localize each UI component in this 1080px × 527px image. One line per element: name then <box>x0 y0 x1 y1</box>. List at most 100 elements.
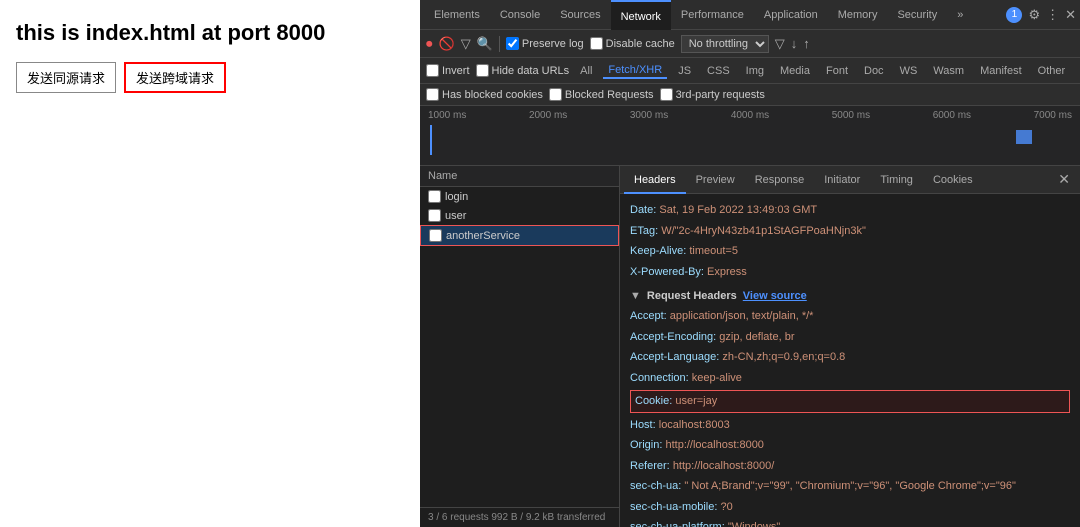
filter-icon[interactable]: ▽ <box>461 36 471 52</box>
hide-data-urls-text: Hide data URLs <box>492 65 570 77</box>
button-row: 发送同源请求 发送跨域请求 <box>16 62 404 93</box>
detail-tab-preview[interactable]: Preview <box>686 166 745 194</box>
request-item-anotherservice-checkbox[interactable] <box>429 229 442 242</box>
third-party-text: 3rd-party requests <box>676 89 765 101</box>
detail-content: Date: Sat, 19 Feb 2022 13:49:03 GMT ETag… <box>620 194 1080 527</box>
rh-date-val: Sat, 19 Feb 2022 13:49:03 GMT <box>659 204 817 216</box>
filter-type-img[interactable]: Img <box>741 64 769 78</box>
settings-icon[interactable]: ⚙ <box>1028 7 1040 23</box>
filter-type-js[interactable]: JS <box>673 64 696 78</box>
tab-console[interactable]: Console <box>490 0 550 30</box>
request-item-user-checkbox[interactable] <box>428 209 441 222</box>
rh-sec-ch-ua: sec-ch-ua: " Not A;Brand";v="99", "Chrom… <box>630 476 1070 497</box>
filter-type-fetchxhr[interactable]: Fetch/XHR <box>603 63 667 79</box>
rh-accept-val: application/json, text/plain, */* <box>670 310 814 322</box>
view-source-link[interactable]: View source <box>743 290 807 302</box>
timeline-label-7: 7000 ms <box>1034 110 1072 121</box>
request-item-login[interactable]: login <box>420 187 619 206</box>
timeline-label-6: 6000 ms <box>933 110 971 121</box>
clear-icon[interactable]: 🚫 <box>439 36 455 52</box>
request-item-anotherservice[interactable]: anotherService <box>420 225 619 246</box>
rh-xpowered-key: X-Powered-By: <box>630 266 704 278</box>
tab-elements[interactable]: Elements <box>424 0 490 30</box>
blocked-requests-checkbox[interactable] <box>549 88 562 101</box>
detail-tab-initiator[interactable]: Initiator <box>814 166 870 194</box>
filter-type-all[interactable]: All <box>575 64 597 78</box>
filter-type-ws[interactable]: WS <box>895 64 923 78</box>
hide-data-urls-checkbox[interactable] <box>476 64 489 77</box>
filter-type-manifest[interactable]: Manifest <box>975 64 1027 78</box>
same-origin-button[interactable]: 发送同源请求 <box>16 62 116 93</box>
request-item-login-checkbox[interactable] <box>428 190 441 203</box>
detail-tab-cookies[interactable]: Cookies <box>923 166 983 194</box>
filter-type-css[interactable]: CSS <box>702 64 735 78</box>
tab-application[interactable]: Application <box>754 0 828 30</box>
rh-accept-key: Accept: <box>630 310 667 322</box>
tab-sources[interactable]: Sources <box>550 0 610 30</box>
timeline-label-3: 3000 ms <box>630 110 668 121</box>
filter-type-wasm[interactable]: Wasm <box>928 64 969 78</box>
hide-data-urls-label[interactable]: Hide data URLs <box>476 64 570 77</box>
timeline-label-2: 2000 ms <box>529 110 567 121</box>
devtools-icons: 1 ⚙ ⋮ ✕ <box>1006 7 1076 23</box>
third-party-checkbox[interactable] <box>660 88 673 101</box>
tab-network[interactable]: Network <box>611 0 671 30</box>
disable-cache-label[interactable]: Disable cache <box>590 37 675 50</box>
tab-security[interactable]: Security <box>887 0 947 30</box>
request-item-user[interactable]: user <box>420 206 619 225</box>
devtools-tab-bar: Elements Console Sources Network Perform… <box>420 0 1080 30</box>
timeline-blue-line <box>430 125 432 155</box>
import-icon[interactable]: ↑ <box>803 36 810 51</box>
preserve-log-label[interactable]: Preserve log <box>506 37 584 50</box>
filter-type-media[interactable]: Media <box>775 64 815 78</box>
record-icon[interactable]: ⏺ <box>426 36 433 52</box>
tab-more[interactable]: » <box>947 0 973 30</box>
tab-memory[interactable]: Memory <box>828 0 888 30</box>
filter-bar-2: Has blocked cookies Blocked Requests 3rd… <box>420 84 1080 106</box>
detail-tab-headers[interactable]: Headers <box>624 166 686 194</box>
rh-sec-ch-ua-key: sec-ch-ua: <box>630 480 681 492</box>
detail-close-button[interactable]: ✕ <box>1052 171 1076 188</box>
detail-tab-response[interactable]: Response <box>745 166 815 194</box>
triangle-icon: ▼ <box>630 290 641 302</box>
detail-tab-timing[interactable]: Timing <box>870 166 923 194</box>
tab-performance[interactable]: Performance <box>671 0 754 30</box>
blocked-requests-label[interactable]: Blocked Requests <box>549 88 654 101</box>
request-item-anotherservice-name: anotherService <box>446 230 520 242</box>
timeline-indicator <box>1016 130 1032 144</box>
rh-keepalive-val: timeout=5 <box>689 245 738 257</box>
disable-cache-checkbox[interactable] <box>590 37 603 50</box>
rh-sec-ch-ua-mobile-val: ?0 <box>720 501 732 513</box>
cross-origin-button[interactable]: 发送跨域请求 <box>124 62 226 93</box>
rh-connection: Connection: keep-alive <box>630 368 1070 389</box>
search-icon[interactable]: 🔍 <box>477 36 493 52</box>
download-icon[interactable]: ↓ <box>791 36 798 51</box>
rh-accept-language-val: zh-CN,zh;q=0.9,en;q=0.8 <box>722 351 845 363</box>
rh-cookie: Cookie: user=jay <box>630 390 1070 413</box>
filter-type-font[interactable]: Font <box>821 64 853 78</box>
rh-host-key: Host: <box>630 419 656 431</box>
filter-type-other[interactable]: Other <box>1033 64 1071 78</box>
timeline-label-1: 1000 ms <box>428 110 466 121</box>
rh-origin-key: Origin: <box>630 439 662 451</box>
throttle-select[interactable]: No throttling <box>681 35 769 53</box>
more-icon[interactable]: ⋮ <box>1046 7 1059 23</box>
request-item-login-name: login <box>445 191 468 203</box>
badge-icon: 1 <box>1006 7 1022 23</box>
invert-checkbox[interactable] <box>426 64 439 77</box>
close-icon[interactable]: ✕ <box>1065 7 1076 23</box>
invert-label[interactable]: Invert <box>426 64 470 77</box>
upload-icon[interactable]: ▽ <box>775 36 785 52</box>
rh-accept-encoding-key: Accept-Encoding: <box>630 331 716 343</box>
detail-tabs: Headers Preview Response Initiator Timin… <box>620 166 1080 194</box>
page-title: this is index.html at port 8000 <box>16 20 404 46</box>
timeline-label-5: 5000 ms <box>832 110 870 121</box>
has-blocked-checkbox[interactable] <box>426 88 439 101</box>
has-blocked-label[interactable]: Has blocked cookies <box>426 88 543 101</box>
third-party-label[interactable]: 3rd-party requests <box>660 88 765 101</box>
response-headers-date: Date: Sat, 19 Feb 2022 13:49:03 GMT <box>630 200 1070 221</box>
filter-bar: Invert Hide data URLs All Fetch/XHR JS C… <box>420 58 1080 84</box>
preserve-log-checkbox[interactable] <box>506 37 519 50</box>
filter-type-doc[interactable]: Doc <box>859 64 889 78</box>
rh-etag-key: ETag: <box>630 225 658 237</box>
